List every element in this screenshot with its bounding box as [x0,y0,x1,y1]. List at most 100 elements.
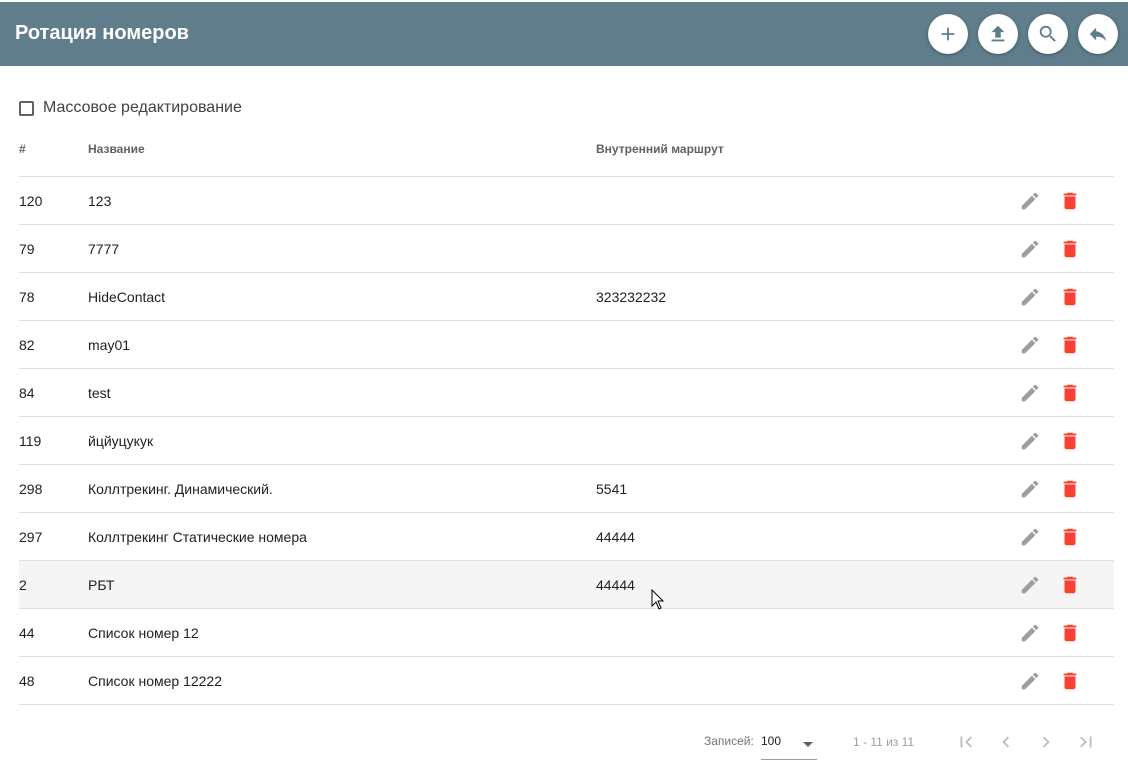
delete-button[interactable] [1058,381,1082,405]
back-icon [1089,27,1107,42]
mouse-cursor-icon [651,589,665,610]
back-button[interactable] [1078,14,1118,54]
delete-button[interactable] [1058,669,1082,693]
row-name: 7777 [88,241,120,257]
search-icon [1039,25,1056,42]
edit-icon [1021,288,1039,306]
column-header-route[interactable]: Внутренний маршрут [596,142,724,156]
edit-button[interactable] [1018,429,1042,453]
records-label: Записей: [704,734,754,748]
row-id: 84 [19,385,35,401]
upload-icon [991,25,1005,42]
delete-button[interactable] [1058,237,1082,261]
table-row[interactable]: 119 йцйуцукук [19,417,1114,465]
edit-button[interactable] [1018,333,1042,357]
delete-button[interactable] [1058,333,1082,357]
edit-icon [1021,336,1039,354]
last-page-button[interactable] [1074,730,1098,754]
records-per-page-select[interactable]: 100 [761,732,817,760]
next-page-icon [1042,736,1050,748]
edit-button[interactable] [1018,621,1042,645]
pagination-range: 1 - 11 из 11 [853,735,915,749]
table-row[interactable]: 298 Коллтрекинг. Динамический. 5541 [19,465,1114,513]
edit-icon [1021,192,1039,210]
column-header-name[interactable]: Название [88,142,145,156]
row-name: HideContact [88,289,166,305]
edit-icon [1021,432,1039,450]
delete-button[interactable] [1058,477,1082,501]
delete-icon [1063,192,1077,210]
pagination: Записей: 100 1 - 11 из 11 [0,718,1128,760]
edit-button[interactable] [1018,525,1042,549]
table-row[interactable]: 84 test [19,369,1114,417]
edit-button[interactable] [1018,477,1042,501]
row-route: 44444 [596,577,635,593]
edit-button[interactable] [1018,285,1042,309]
edit-button[interactable] [1018,237,1042,261]
row-name: Коллтрекинг Статические номера [88,529,307,545]
row-id: 2 [19,577,27,593]
delete-button[interactable] [1058,525,1082,549]
table-row[interactable]: 44 Список номер 12 [19,609,1114,657]
chevron-down-icon [803,742,813,747]
toolbar: Ротация номеров [0,0,1128,66]
next-page-button[interactable] [1034,730,1058,754]
delete-icon [1063,480,1077,498]
row-name: Коллтрекинг. Динамический. [88,481,273,497]
delete-button[interactable] [1058,573,1082,597]
table-row[interactable]: 82 may01 [19,321,1114,369]
delete-button[interactable] [1058,621,1082,645]
row-id: 119 [19,433,42,449]
table-row[interactable]: 2 РБТ 44444 [19,561,1114,609]
mass-edit-checkbox[interactable] [19,100,34,116]
table-row[interactable]: 48 Список номер 12222 [19,657,1114,705]
first-page-icon [960,736,972,748]
prev-page-icon [1002,736,1010,748]
row-id: 79 [19,241,35,257]
edit-icon [1021,480,1039,498]
row-id: 82 [19,337,35,353]
delete-icon [1063,432,1077,450]
table-header: # Название Внутренний маршрут [19,142,1114,177]
row-name: 123 [88,193,112,209]
column-header-id[interactable]: # [19,142,26,156]
add-icon [941,27,955,41]
delete-button[interactable] [1058,285,1082,309]
edit-button[interactable] [1018,189,1042,213]
mass-edit-label: Массовое редактирование [43,99,242,116]
delete-icon [1063,624,1077,642]
last-page-icon [1080,736,1092,748]
page-title: Ротация номеров [15,22,189,44]
delete-icon [1063,528,1077,546]
edit-icon [1021,240,1039,258]
search-button[interactable] [1028,14,1068,54]
row-name: РБТ [88,577,115,593]
records-per-page-value: 100 [761,734,782,748]
table-row[interactable]: 297 Коллтрекинг Статические номера 44444 [19,513,1114,561]
row-name: йцйуцукук [88,433,154,449]
delete-button[interactable] [1058,189,1082,213]
prev-page-button[interactable] [994,730,1018,754]
row-name: Список номер 12 [88,625,199,641]
first-page-button[interactable] [954,730,978,754]
row-route: 44444 [596,529,635,545]
edit-button[interactable] [1018,669,1042,693]
table-row[interactable]: 78 HideContact 323232232 [19,273,1114,321]
row-id: 298 [19,481,43,497]
table-row[interactable]: 120 123 [19,177,1114,225]
row-id: 78 [19,289,35,305]
edit-icon [1021,528,1039,546]
table-row[interactable]: 79 7777 [19,225,1114,273]
edit-button[interactable] [1018,573,1042,597]
upload-button[interactable] [978,14,1018,54]
edit-icon [1021,576,1039,594]
edit-button[interactable] [1018,381,1042,405]
delete-button[interactable] [1058,429,1082,453]
delete-icon [1063,672,1077,690]
row-route: 323232232 [596,289,667,305]
add-button[interactable] [928,14,968,54]
edit-icon [1021,384,1039,402]
row-route: 5541 [596,481,628,497]
row-name: test [88,385,111,401]
delete-icon [1063,336,1077,354]
